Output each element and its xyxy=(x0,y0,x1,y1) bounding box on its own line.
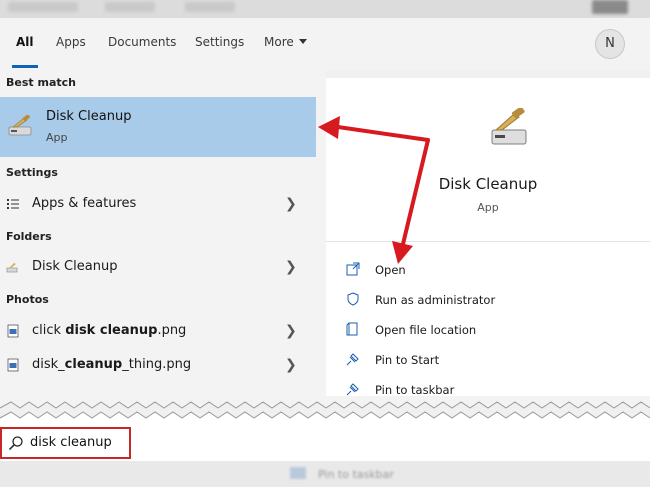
disk-cleanup-icon xyxy=(6,263,18,273)
search-bar: disk cleanup xyxy=(0,425,650,461)
list-icon xyxy=(7,199,19,209)
tab-more[interactable]: More xyxy=(264,35,307,49)
tab-all[interactable]: All xyxy=(16,35,34,49)
label-match: cleanup xyxy=(64,357,123,372)
section-best-match: Best match xyxy=(6,76,76,89)
chevron-right-icon[interactable]: ❯ xyxy=(285,196,297,212)
action-label: Pin to taskbar xyxy=(375,383,455,397)
action-run-as-admin[interactable]: Run as administrator xyxy=(346,289,626,313)
label-part: _thing.png xyxy=(122,357,192,372)
blurred-background-strip: Pin to taskbar xyxy=(0,461,650,487)
avatar[interactable]: N xyxy=(595,29,625,59)
result-photo-1[interactable]: click disk cleanup.png ❯ xyxy=(0,316,316,346)
result-folder-disk-cleanup[interactable]: Disk Cleanup ❯ xyxy=(0,252,316,282)
divider xyxy=(326,241,650,242)
chevron-right-icon[interactable]: ❯ xyxy=(285,259,297,275)
result-label: disk_cleanup_thing.png xyxy=(32,357,191,372)
action-open[interactable]: Open xyxy=(346,259,626,283)
open-icon xyxy=(346,262,360,276)
section-photos: Photos xyxy=(6,293,49,306)
image-file-icon xyxy=(7,324,19,338)
details-subtitle: App xyxy=(477,201,499,214)
search-icon xyxy=(8,436,23,451)
active-tab-indicator xyxy=(12,65,38,68)
chevron-down-icon xyxy=(298,39,307,44)
torn-edge-divider xyxy=(0,396,650,426)
search-query: disk cleanup xyxy=(30,435,112,450)
pin-icon xyxy=(346,383,359,396)
search-input[interactable]: disk cleanup xyxy=(0,427,131,459)
best-match-title: Disk Cleanup xyxy=(46,109,132,124)
best-match-result[interactable]: Disk Cleanup App xyxy=(0,97,316,157)
result-photo-2[interactable]: disk_cleanup_thing.png ❯ xyxy=(0,350,316,380)
tab-more-label: More xyxy=(264,35,294,49)
best-match-subtitle: App xyxy=(46,131,68,144)
details-pane: Disk Cleanup App Open Run as administrat… xyxy=(326,78,650,400)
pin-icon xyxy=(346,353,359,366)
tab-documents[interactable]: Documents xyxy=(108,35,176,49)
action-label: Run as administrator xyxy=(375,293,496,307)
disk-cleanup-icon xyxy=(491,108,527,145)
results-list: Best match Disk Cleanup App Settings App… xyxy=(0,70,326,400)
section-settings: Settings xyxy=(6,166,58,179)
result-label: Disk Cleanup xyxy=(32,259,118,274)
image-file-icon xyxy=(7,358,19,372)
file-location-icon xyxy=(346,322,358,336)
tab-settings[interactable]: Settings xyxy=(195,35,244,49)
shield-icon xyxy=(347,292,359,306)
action-label: Open xyxy=(375,263,406,277)
window-title-strip xyxy=(0,0,650,18)
action-open-file-location[interactable]: Open file location xyxy=(346,319,626,343)
action-label: Pin to Start xyxy=(375,353,440,367)
label-part: disk_ xyxy=(32,357,65,372)
label-part: .png xyxy=(157,323,187,338)
tab-apps[interactable]: Apps xyxy=(56,35,86,49)
disk-cleanup-icon xyxy=(8,115,32,136)
label-match: disk cleanup xyxy=(65,323,158,338)
action-pin-to-start[interactable]: Pin to Start xyxy=(346,349,626,373)
search-filter-tabs: All Apps Documents Settings More N xyxy=(0,18,650,70)
pin-icon xyxy=(290,467,306,479)
label-part: click xyxy=(32,323,66,338)
section-folders: Folders xyxy=(6,230,52,243)
blurred-text: Pin to taskbar xyxy=(318,468,394,481)
chevron-right-icon[interactable]: ❯ xyxy=(285,323,297,339)
result-label: Apps & features xyxy=(32,196,137,211)
action-label: Open file location xyxy=(375,323,477,337)
details-title: Disk Cleanup xyxy=(438,175,538,193)
result-apps-features[interactable]: Apps & features ❯ xyxy=(0,189,316,219)
chevron-right-icon[interactable]: ❯ xyxy=(285,357,297,373)
result-label: click disk cleanup.png xyxy=(32,323,186,338)
